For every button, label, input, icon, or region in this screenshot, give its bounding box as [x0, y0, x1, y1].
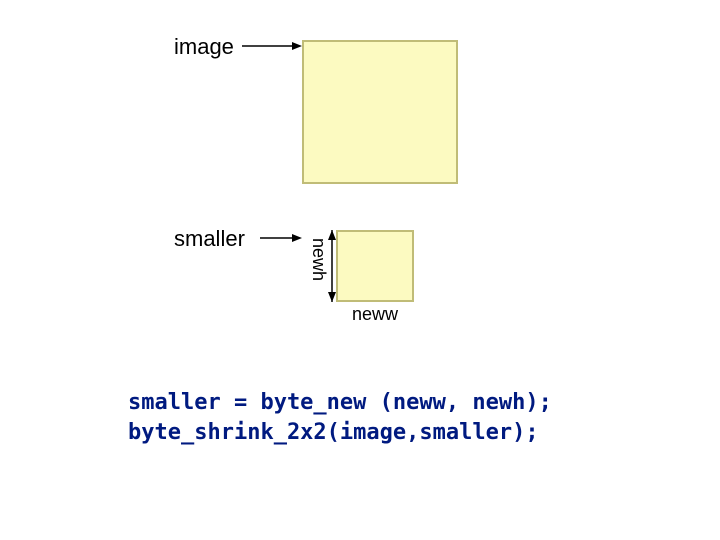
code-line-1: smaller = byte_new (neww, newh);: [128, 390, 552, 415]
code-block: smaller = byte_new (neww, newh); byte_sh…: [128, 388, 552, 447]
diagram-stage: image smaller newh neww smaller = byte_n…: [0, 0, 720, 540]
dim-arrow-newh: [0, 0, 720, 540]
code-line-2: byte_shrink_2x2(image,smaller);: [128, 420, 539, 445]
